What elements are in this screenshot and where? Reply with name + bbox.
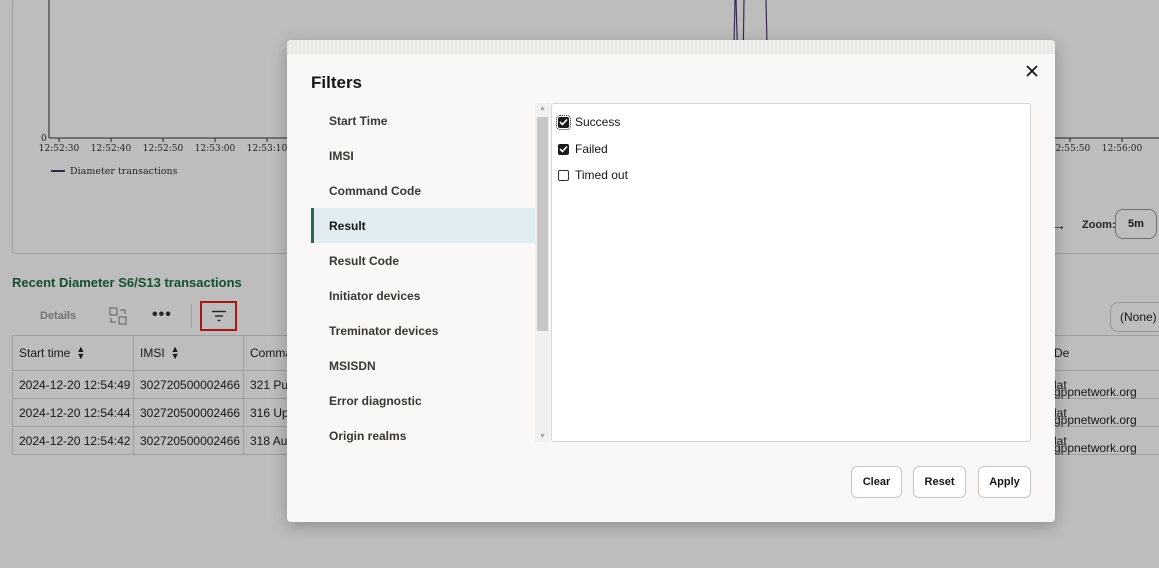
failed-checkbox[interactable] xyxy=(558,143,569,155)
scroll-up-icon[interactable]: ▲ xyxy=(539,105,546,112)
option-timed-out[interactable]: Timed out xyxy=(558,166,628,184)
filter-category-list: Start Time IMSI Command Code Result Resu… xyxy=(311,103,535,443)
option-label: Failed xyxy=(575,142,608,156)
filters-dialog: Filters Start Time IMSI Command Code Res… xyxy=(287,40,1055,522)
scroll-down-icon[interactable]: ▼ xyxy=(539,433,546,440)
dialog-header-strip xyxy=(287,40,1055,54)
check-icon xyxy=(559,118,568,126)
close-button[interactable] xyxy=(1023,62,1041,80)
scroll-thumb[interactable] xyxy=(537,117,548,331)
nav-item-origin-realms[interactable]: Origin realms xyxy=(311,418,535,453)
option-success[interactable]: Success xyxy=(556,113,621,131)
nav-item-result-code[interactable]: Result Code xyxy=(311,243,535,278)
option-label: Success xyxy=(575,115,621,129)
clear-button[interactable]: Clear xyxy=(851,466,902,498)
category-scrollbar[interactable]: ▲ ▼ xyxy=(535,103,550,442)
nav-item-result[interactable]: Result xyxy=(311,208,535,243)
timed-out-checkbox[interactable] xyxy=(558,169,569,181)
check-icon xyxy=(559,145,568,153)
apply-button[interactable]: Apply xyxy=(978,466,1031,498)
result-options-panel: Success Failed Timed out xyxy=(551,103,1031,442)
option-failed[interactable]: Failed xyxy=(558,140,608,158)
reset-button[interactable]: Reset xyxy=(913,466,966,498)
option-label: Timed out xyxy=(575,168,628,182)
nav-item-initiator-devices[interactable]: Initiator devices xyxy=(311,278,535,313)
dialog-title: Filters xyxy=(311,73,363,92)
nav-item-terminator-devices[interactable]: Treminator devices xyxy=(311,313,535,348)
success-checkbox[interactable] xyxy=(556,114,571,130)
nav-item-error-diagnostic[interactable]: Error diagnostic xyxy=(311,383,535,418)
nav-item-msisdn[interactable]: MSISDN xyxy=(311,348,535,383)
nav-item-imsi[interactable]: IMSI xyxy=(311,138,535,173)
nav-item-command-code[interactable]: Command Code xyxy=(311,173,535,208)
nav-item-start-time[interactable]: Start Time xyxy=(311,103,535,138)
close-icon xyxy=(1026,65,1038,77)
